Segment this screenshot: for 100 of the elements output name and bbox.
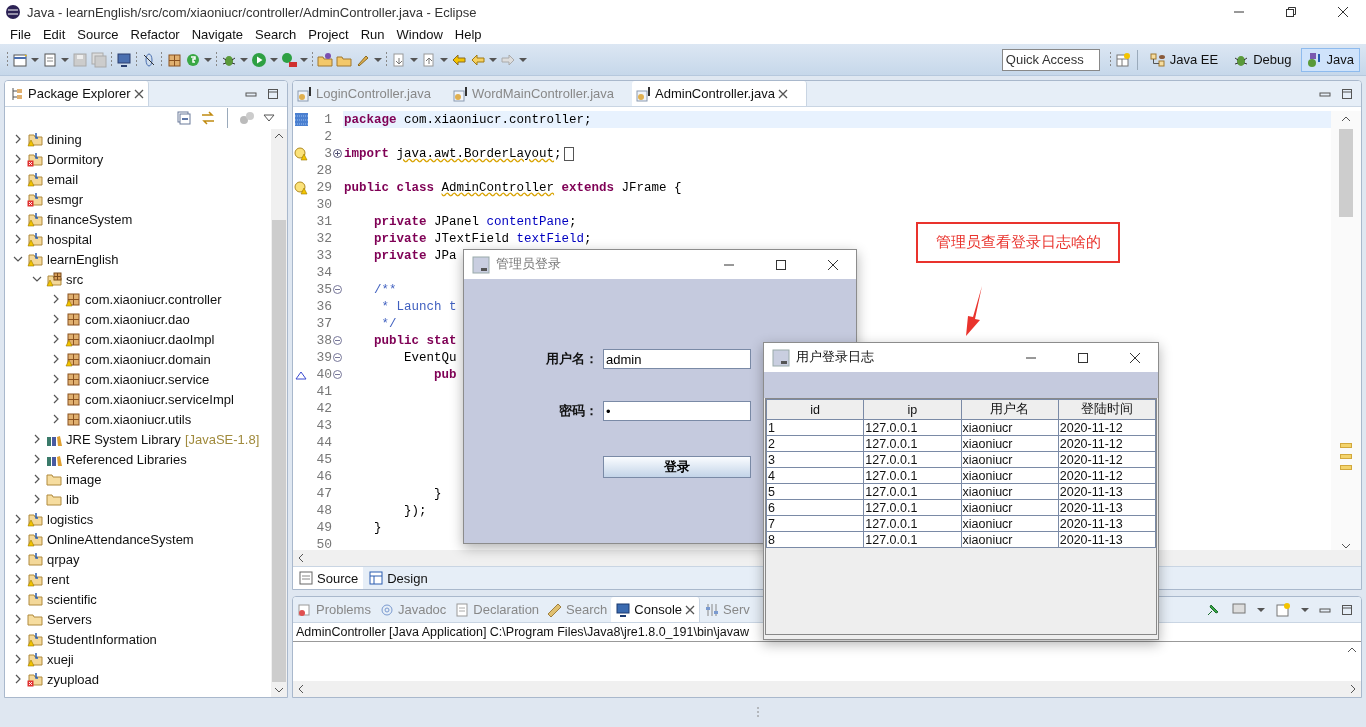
editor-tab[interactable]: AdminController.java xyxy=(632,81,807,106)
collapse-icon[interactable] xyxy=(333,370,342,379)
chevron-right-icon[interactable] xyxy=(13,174,23,184)
scroll-down-icon[interactable] xyxy=(274,686,284,694)
quick-access-field[interactable]: Quick Access xyxy=(1001,48,1100,71)
column-header[interactable]: id xyxy=(766,399,864,420)
collapse-all-icon[interactable] xyxy=(176,110,192,126)
close-icon[interactable] xyxy=(777,88,788,99)
tree-item[interactable]: lib xyxy=(32,489,271,509)
caret-icon[interactable] xyxy=(1301,606,1309,613)
close-icon[interactable] xyxy=(133,88,144,99)
caret-icon[interactable] xyxy=(410,56,418,63)
perspective-button[interactable]: Java EE xyxy=(1143,47,1225,72)
chevron-right-icon[interactable] xyxy=(13,534,23,544)
close-icon[interactable] xyxy=(1337,6,1349,18)
chevron-right-icon[interactable] xyxy=(13,234,23,244)
chevron-right-icon[interactable] xyxy=(13,554,23,564)
perspective-button[interactable]: Java xyxy=(1300,47,1360,72)
chevron-right-icon[interactable] xyxy=(13,134,23,144)
tree-item[interactable]: qrpay xyxy=(13,549,271,569)
menu-item[interactable]: Edit xyxy=(36,26,72,42)
menu-item[interactable]: Search xyxy=(249,26,303,42)
tree-item[interactable]: zyupload xyxy=(13,669,271,689)
chevron-right-icon[interactable] xyxy=(13,674,23,684)
caret-icon[interactable] xyxy=(374,56,382,63)
chevron-right-icon[interactable] xyxy=(32,434,42,444)
chevron-right-icon[interactable] xyxy=(32,474,42,484)
scroll-up-icon[interactable] xyxy=(1347,646,1357,654)
chevron-right-icon[interactable] xyxy=(13,194,23,204)
menu-item[interactable]: Source xyxy=(71,26,125,42)
password-field[interactable]: • xyxy=(603,401,751,421)
login-button[interactable]: 登录 xyxy=(603,456,751,478)
view-tab[interactable]: Design xyxy=(363,567,433,589)
chevron-down-icon[interactable] xyxy=(13,254,23,264)
caret-icon[interactable] xyxy=(1257,606,1265,613)
tree-item[interactable]: com.xiaoniucr.utils xyxy=(51,409,271,429)
column-header[interactable]: ip xyxy=(863,399,961,420)
editor-scroll-thumb[interactable] xyxy=(1339,129,1353,217)
chevron-down-icon[interactable] xyxy=(32,274,42,284)
maximize-icon[interactable] xyxy=(1341,603,1353,616)
caret-icon[interactable] xyxy=(270,56,278,63)
restore-icon[interactable] xyxy=(1285,6,1297,18)
maximize-icon[interactable] xyxy=(775,258,787,271)
maximize-icon[interactable] xyxy=(267,87,279,100)
scroll-right-icon[interactable] xyxy=(1349,684,1357,694)
chevron-right-icon[interactable] xyxy=(13,634,23,644)
tree-item[interactable]: com.xiaoniucr.domain xyxy=(51,349,271,369)
view-tab[interactable]: Source xyxy=(293,567,364,589)
collapse-icon[interactable] xyxy=(333,353,342,362)
chevron-right-icon[interactable] xyxy=(51,414,61,424)
caret-icon[interactable] xyxy=(489,56,497,63)
tree-item[interactable]: Dormitory xyxy=(13,149,271,169)
caret-icon[interactable] xyxy=(61,56,69,63)
expand-icon[interactable] xyxy=(333,149,342,158)
menu-item[interactable]: File xyxy=(4,26,37,42)
view-tab[interactable]: Package Explorer xyxy=(5,81,149,106)
scroll-up-icon[interactable] xyxy=(1341,115,1351,123)
collapse-icon[interactable] xyxy=(333,336,342,345)
maximize-icon[interactable] xyxy=(1077,351,1089,364)
next-annotation-icon[interactable] xyxy=(391,51,407,68)
tree-item[interactable]: com.xiaoniucr.daoImpl xyxy=(51,329,271,349)
chevron-right-icon[interactable] xyxy=(13,214,23,224)
menu-item[interactable]: Window xyxy=(390,26,449,42)
chevron-right-icon[interactable] xyxy=(32,494,42,504)
tree-item[interactable]: com.xiaoniucr.service xyxy=(51,369,271,389)
chevron-right-icon[interactable] xyxy=(51,294,61,304)
chevron-right-icon[interactable] xyxy=(51,374,61,384)
tree-item[interactable]: JRE System Library [JavaSE-1.8] xyxy=(32,429,271,449)
menu-item[interactable]: Refactor xyxy=(124,26,186,42)
caret-icon[interactable] xyxy=(300,56,308,63)
caret-icon[interactable] xyxy=(31,56,39,63)
play-icon[interactable] xyxy=(251,51,267,68)
column-header[interactable]: 用户名 xyxy=(961,399,1059,420)
vertical-scrollbar[interactable] xyxy=(271,129,287,697)
run-tool-icon[interactable] xyxy=(281,51,297,68)
column-header[interactable]: 登陆时间 xyxy=(1058,399,1156,420)
link-icon[interactable] xyxy=(141,51,157,68)
prev-annotation-icon[interactable] xyxy=(421,51,437,68)
menu-item[interactable]: Project xyxy=(302,26,355,42)
scroll-up-icon[interactable] xyxy=(274,132,284,140)
tree-item[interactable]: esmgr xyxy=(13,189,271,209)
chevron-right-icon[interactable] xyxy=(13,574,23,584)
tree-item[interactable]: scientific xyxy=(13,589,271,609)
tree-item[interactable]: financeSystem xyxy=(13,209,271,229)
tree-item[interactable]: xueji xyxy=(13,649,271,669)
tree-item[interactable]: src xyxy=(32,269,271,289)
tree-item[interactable]: logistics xyxy=(13,509,271,529)
username-field[interactable]: admin xyxy=(603,349,751,369)
close-icon[interactable] xyxy=(1129,351,1141,364)
scroll-left-icon[interactable] xyxy=(297,553,305,563)
scroll-left-icon[interactable] xyxy=(297,684,305,694)
chevron-right-icon[interactable] xyxy=(51,334,61,344)
tree-item[interactable]: email xyxy=(13,169,271,189)
tree-item[interactable]: StudentInformation xyxy=(13,629,271,649)
tree-item[interactable]: com.xiaoniucr.controller xyxy=(51,289,271,309)
collapse-icon[interactable] xyxy=(333,285,342,294)
open-perspective-icon[interactable] xyxy=(1114,51,1131,68)
menu-item[interactable]: Navigate xyxy=(185,26,249,42)
chevron-right-icon[interactable] xyxy=(51,314,61,324)
tree-item[interactable]: learnEnglish xyxy=(13,249,271,269)
